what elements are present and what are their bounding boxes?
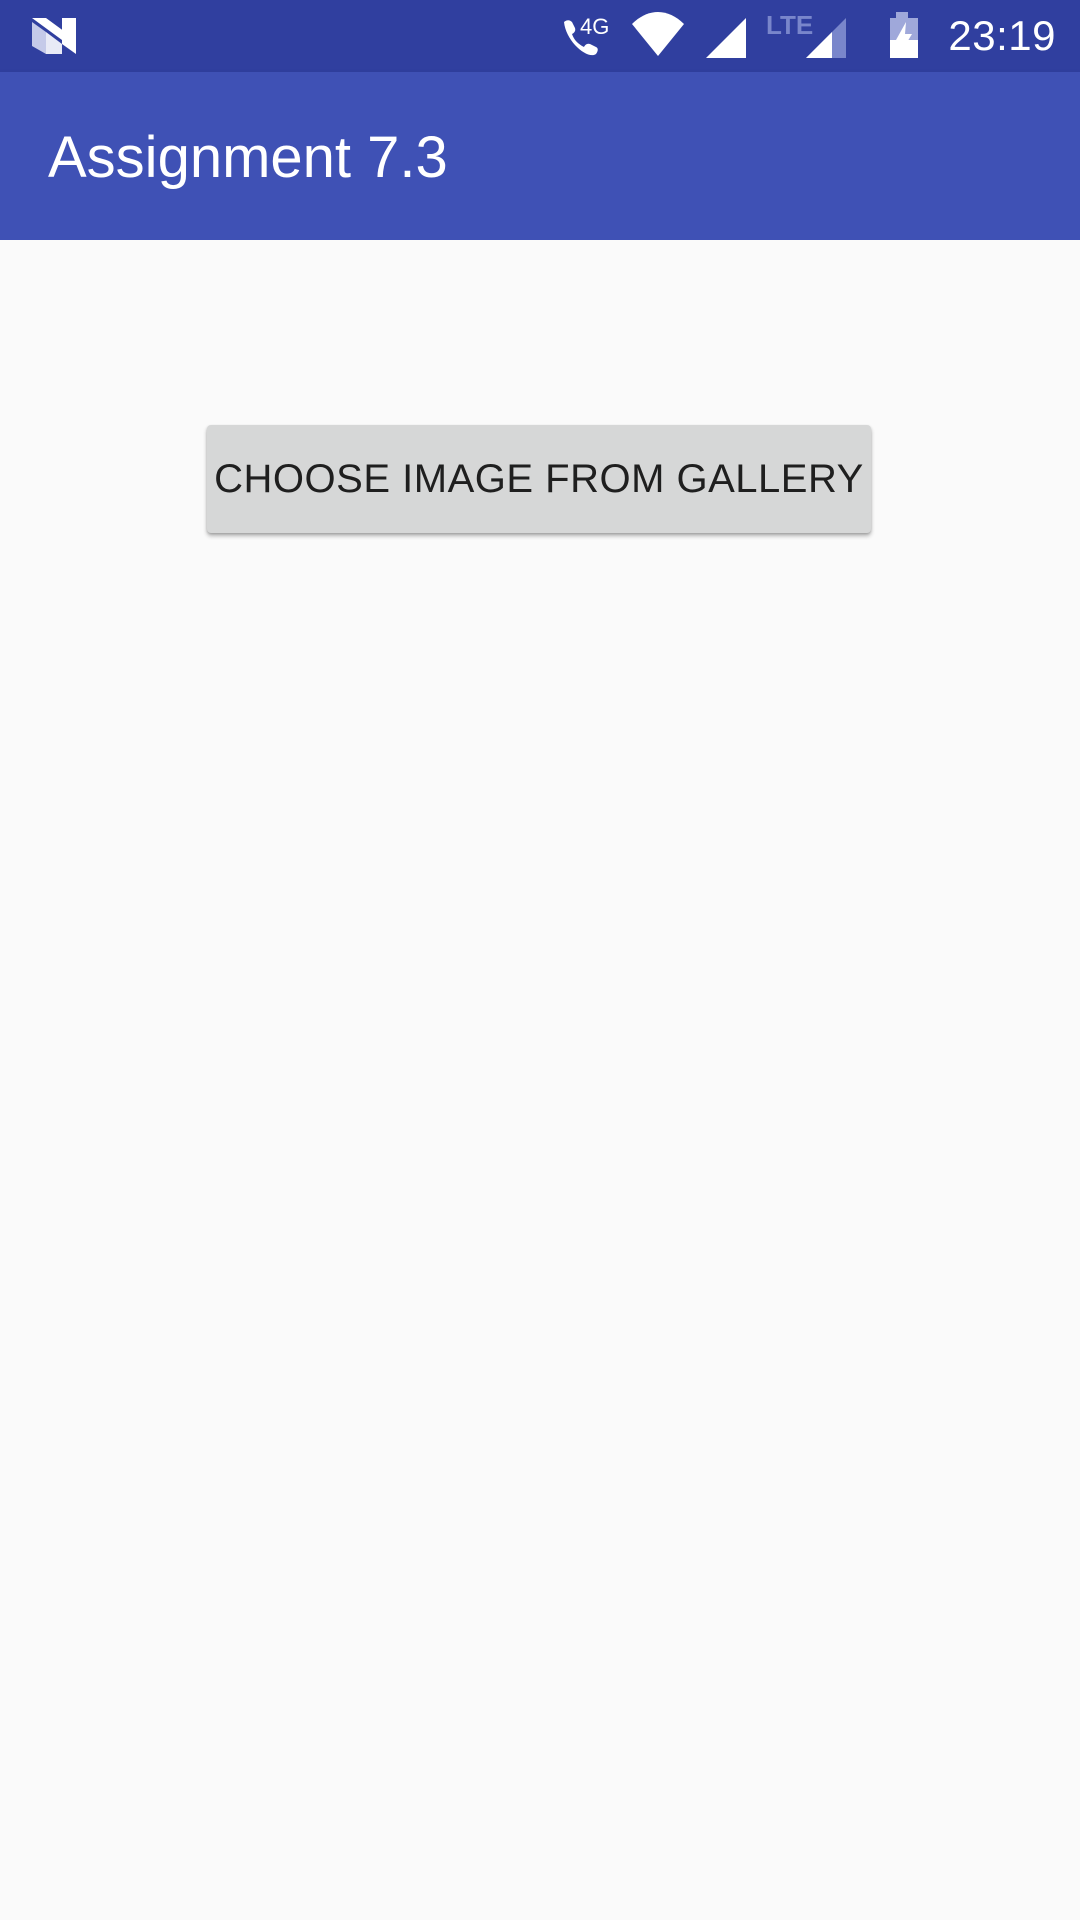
wifi-icon xyxy=(630,0,686,72)
network-4g-label: 4G xyxy=(580,14,609,39)
main-content: CHOOSE IMAGE FROM GALLERY xyxy=(0,240,1080,1920)
choose-image-button[interactable]: CHOOSE IMAGE FROM GALLERY xyxy=(207,425,871,533)
wifi-calling-4g-icon: 4G xyxy=(558,0,612,72)
app-bar: Assignment 7.3 xyxy=(0,72,1080,240)
n-logo-icon xyxy=(32,18,76,54)
signal-icon xyxy=(702,0,750,72)
page-title: Assignment 7.3 xyxy=(48,125,448,190)
network-lte-label: LTE xyxy=(766,10,813,40)
battery-charging-icon xyxy=(886,0,922,72)
lte-signal-icon: LTE xyxy=(762,0,852,72)
status-bar: 4G LTE 23:19 xyxy=(0,0,1080,72)
status-time: 23:19 xyxy=(948,12,1056,59)
